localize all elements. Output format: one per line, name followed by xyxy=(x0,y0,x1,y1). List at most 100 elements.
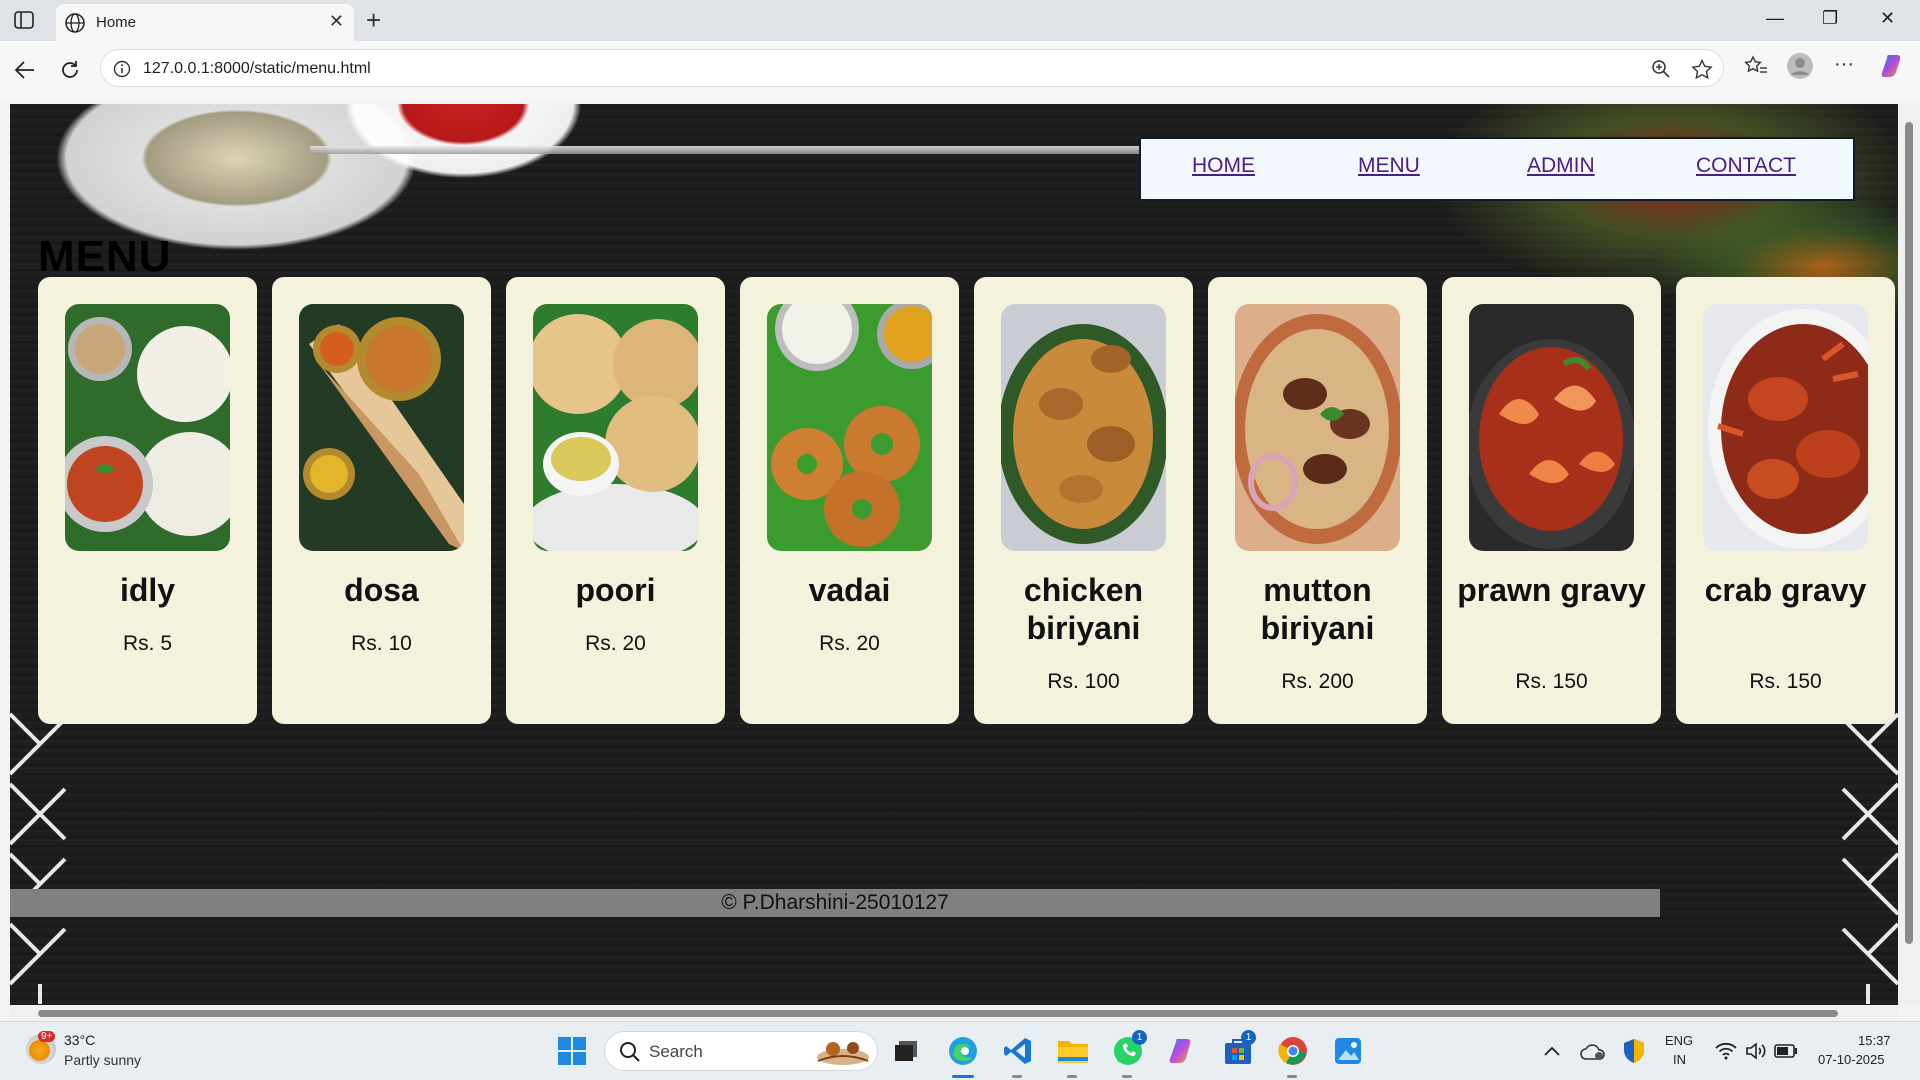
reload-icon[interactable] xyxy=(55,55,85,85)
search-label: Search xyxy=(649,1042,703,1061)
background-decoration xyxy=(310,146,1150,154)
minimize-button[interactable]: — xyxy=(1766,8,1784,29)
copilot-icon[interactable] xyxy=(1880,52,1908,84)
profile-avatar-icon[interactable] xyxy=(1786,52,1814,84)
item-price: Rs. 100 xyxy=(1047,670,1120,693)
zoom-icon[interactable] xyxy=(1651,59,1671,83)
crab-gravy-photo xyxy=(1703,304,1868,551)
restore-button[interactable]: ❐ xyxy=(1822,8,1838,29)
globe-icon xyxy=(64,12,86,38)
mutton-biriyani-photo xyxy=(1235,304,1400,551)
taskbar-search[interactable]: Search xyxy=(604,1031,878,1071)
idly-photo xyxy=(65,304,230,551)
onedrive-icon[interactable] xyxy=(1575,1033,1611,1069)
explorer-active-indicator xyxy=(1067,1075,1077,1078)
weather-temperature[interactable]: 33°C xyxy=(64,1032,95,1048)
favorites-icon[interactable] xyxy=(1744,55,1768,81)
windows-taskbar: 9+ 33°C Partly sunny Search 1 1 ENG IN 1… xyxy=(0,1021,1920,1080)
footer-copyright: © P.Dharshini-25010127 xyxy=(721,891,949,914)
whatsapp-active-indicator xyxy=(1122,1075,1132,1078)
menu-card: vadai Rs. 20 xyxy=(740,277,959,724)
url-text[interactable]: 127.0.0.1:8000/static/menu.html xyxy=(143,60,371,78)
item-name: chicken biriyani xyxy=(1023,572,1144,646)
file-explorer-icon[interactable] xyxy=(1055,1033,1091,1069)
weather-badge: 9+ xyxy=(38,1031,56,1042)
item-price: Rs. 150 xyxy=(1515,670,1588,693)
address-bar[interactable]: 127.0.0.1:8000/static/menu.html xyxy=(100,49,1724,87)
more-options-icon[interactable]: ··· xyxy=(1834,53,1854,76)
battery-icon[interactable] xyxy=(1768,1033,1804,1069)
item-name: idly xyxy=(119,572,176,608)
store-badge: 1 xyxy=(1241,1030,1256,1045)
menu-card: idly Rs. 5 xyxy=(38,277,257,724)
horizontal-scroll-thumb[interactable] xyxy=(38,1010,1838,1017)
item-name: prawn gravy xyxy=(1457,572,1646,608)
chrome-icon[interactable] xyxy=(1275,1033,1311,1069)
language-indicator[interactable]: ENG xyxy=(1665,1033,1693,1048)
menu-card: crab gravy Rs. 150 xyxy=(1676,277,1895,724)
item-price: Rs. 150 xyxy=(1749,670,1822,693)
address-toolbar: 127.0.0.1:8000/static/menu.html ··· xyxy=(0,41,1920,99)
prawn-gravy-photo xyxy=(1469,304,1634,551)
back-arrow-icon[interactable] xyxy=(10,55,40,85)
vertical-scrollbar[interactable] xyxy=(1898,104,1920,1005)
main-nav: HOME MENU ADMIN CONTACT xyxy=(1139,137,1855,201)
close-window-button[interactable]: ✕ xyxy=(1880,8,1895,29)
clock-date[interactable]: 07-10-2025 xyxy=(1818,1052,1885,1067)
vertical-scroll-thumb[interactable] xyxy=(1905,122,1913,944)
item-name: poori xyxy=(575,572,656,608)
browser-tab-bar: Home ✕ + — ❐ ✕ xyxy=(0,0,1920,41)
photos-app-icon[interactable] xyxy=(1330,1033,1366,1069)
item-price: Rs. 200 xyxy=(1281,670,1354,693)
site-info-icon[interactable] xyxy=(113,60,131,82)
page-title: MENU xyxy=(38,232,172,281)
nav-link-contact[interactable]: CONTACT xyxy=(1696,154,1796,178)
chrome-active-indicator xyxy=(1287,1075,1297,1078)
clock-time[interactable]: 15:37 xyxy=(1858,1033,1891,1048)
favorite-star-icon[interactable] xyxy=(1691,58,1713,83)
footer: © P.Dharshini-25010127 xyxy=(10,889,1660,917)
item-price: Rs. 5 xyxy=(122,632,172,655)
search-highlight-image xyxy=(813,1037,873,1071)
whatsapp-badge: 1 xyxy=(1132,1030,1147,1045)
item-price: Rs. 20 xyxy=(585,632,646,655)
vscode-icon[interactable] xyxy=(1000,1033,1036,1069)
browser-tab-home[interactable]: Home ✕ xyxy=(56,4,354,41)
task-view-icon[interactable] xyxy=(888,1033,924,1069)
region-indicator[interactable]: IN xyxy=(1673,1052,1686,1067)
tab-title: Home xyxy=(96,14,137,31)
nav-link-menu[interactable]: MENU xyxy=(1358,154,1420,178)
chevron-up-icon[interactable] xyxy=(1534,1033,1570,1069)
vscode-active-indicator xyxy=(1012,1075,1022,1078)
dosa-photo xyxy=(299,304,464,551)
search-icon xyxy=(619,1041,641,1067)
menu-card: mutton biriyani Rs. 200 xyxy=(1208,277,1427,724)
edge-active-indicator xyxy=(952,1075,974,1078)
new-tab-button[interactable]: + xyxy=(366,6,381,34)
item-name: crab gravy xyxy=(1704,572,1867,608)
page-viewport: HOME MENU ADMIN CONTACT MENU idly Rs. 5 … xyxy=(10,104,1898,1005)
tab-close-icon[interactable]: ✕ xyxy=(329,12,344,32)
sidebar-toggle-icon[interactable] xyxy=(11,9,37,31)
menu-card: dosa Rs. 10 xyxy=(272,277,491,724)
item-name: vadai xyxy=(808,572,891,608)
poori-photo xyxy=(533,304,698,551)
item-price: Rs. 20 xyxy=(819,632,880,655)
chicken-biriyani-photo xyxy=(1001,304,1166,551)
nav-link-home[interactable]: HOME xyxy=(1192,154,1255,178)
menu-card: prawn gravy Rs. 150 xyxy=(1442,277,1661,724)
windows-start-icon[interactable] xyxy=(554,1033,590,1069)
item-name: dosa xyxy=(344,572,419,608)
edge-browser-icon[interactable] xyxy=(945,1033,981,1069)
weather-description[interactable]: Partly sunny xyxy=(64,1052,141,1068)
menu-card: chicken biriyani Rs. 100 xyxy=(974,277,1193,724)
horizontal-scrollbar[interactable] xyxy=(10,1005,1898,1021)
copilot-app-icon[interactable] xyxy=(1165,1033,1201,1069)
item-name: mutton biriyani xyxy=(1260,572,1375,646)
vadai-photo xyxy=(767,304,932,551)
lattice-decoration-right xyxy=(1841,712,1898,1004)
item-price: Rs. 10 xyxy=(351,632,412,655)
lattice-decoration-left xyxy=(10,712,67,1004)
nav-link-admin[interactable]: ADMIN xyxy=(1527,154,1595,178)
security-shield-icon[interactable] xyxy=(1616,1033,1652,1069)
